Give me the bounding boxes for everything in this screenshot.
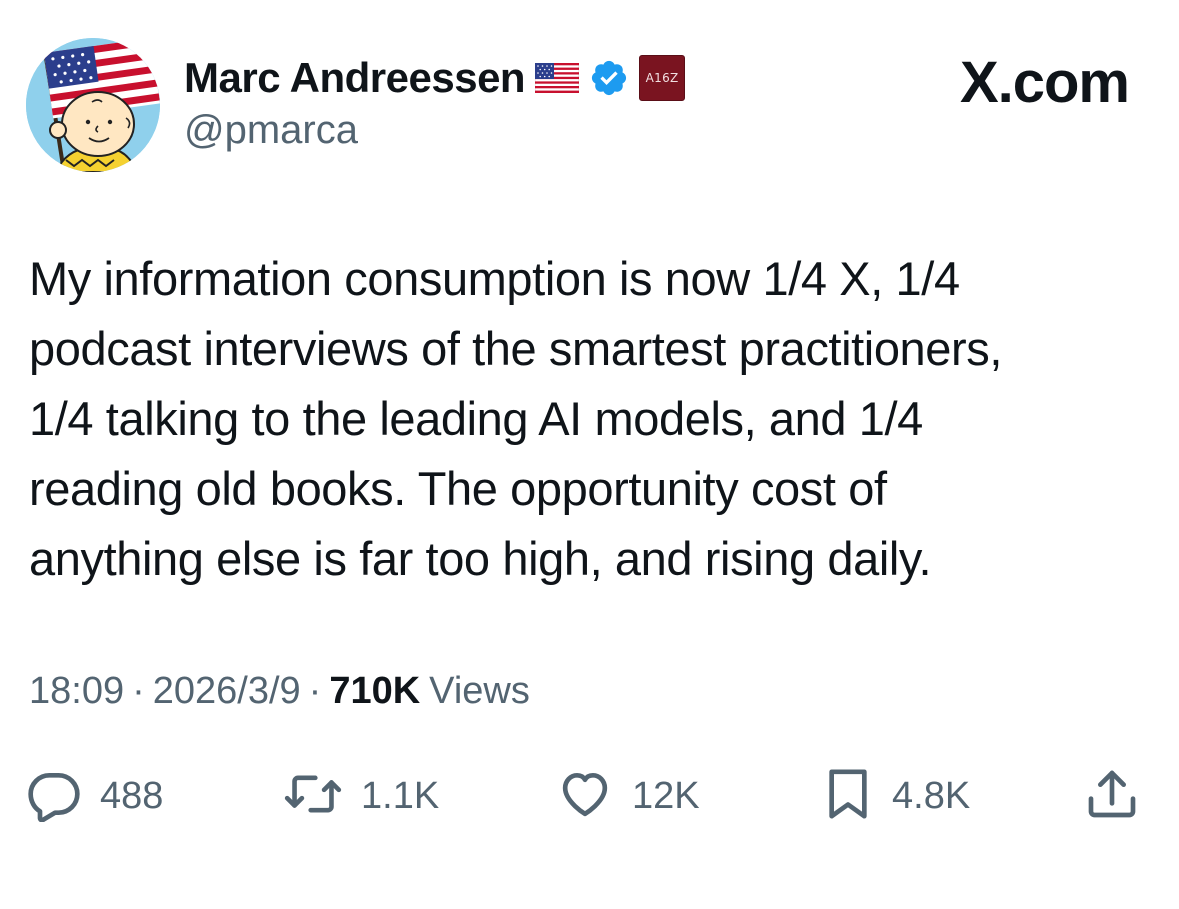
bookmark-count: 4.8K xyxy=(892,774,971,817)
tweet-line: anything else is far too high, and risin… xyxy=(29,532,932,585)
reply-button[interactable]: 488 xyxy=(26,768,163,824)
tweet-line: reading old books. The opportunity cost … xyxy=(29,462,887,515)
tweet-date[interactable]: 2026/3/9 xyxy=(153,670,301,713)
reply-count: 488 xyxy=(100,774,164,817)
reply-icon xyxy=(26,766,82,827)
tweet-line: 1/4 talking to the leading AI models, an… xyxy=(29,392,923,445)
author-name-row: Marc Andreessen A16Z xyxy=(184,50,686,106)
affiliate-badge[interactable]: A16Z xyxy=(639,55,686,101)
share-button[interactable] xyxy=(1084,768,1140,824)
brand: X.com xyxy=(959,50,1130,115)
share-icon xyxy=(1084,766,1140,827)
like-count: 12K xyxy=(632,774,700,817)
tweet-text: My information consumption is now 1/4 X,… xyxy=(29,244,1154,594)
tweet-meta: 18:09 · 2026/3/9 · 710K Views xyxy=(29,670,530,713)
meta-separator: · xyxy=(132,670,145,712)
us-flag-icon xyxy=(535,63,580,93)
verified-icon[interactable] xyxy=(589,58,629,98)
author-handle[interactable]: @pmarca xyxy=(184,108,358,153)
meta-separator: · xyxy=(308,670,322,712)
tweet-line: podcast interviews of the smartest pract… xyxy=(29,322,1003,375)
bookmark-button[interactable]: 4.8K xyxy=(822,768,970,824)
repost-icon xyxy=(283,766,343,827)
author-display-name[interactable]: Marc Andreessen xyxy=(184,54,526,102)
affiliate-badge-text: A16Z xyxy=(645,71,679,85)
repost-button[interactable]: 1.1K xyxy=(283,768,439,824)
tweet-line: My information consumption is now 1/4 X,… xyxy=(29,252,960,305)
heart-icon xyxy=(556,766,614,827)
views-label[interactable]: Views xyxy=(429,670,530,713)
avatar[interactable] xyxy=(26,38,160,172)
brand-label: X.com xyxy=(959,50,1130,115)
repost-count: 1.1K xyxy=(361,774,440,817)
bookmark-icon xyxy=(822,766,874,827)
tweet-time[interactable]: 18:09 xyxy=(29,670,124,713)
views-count[interactable]: 710K xyxy=(329,670,420,713)
like-button[interactable]: 12K xyxy=(556,768,700,824)
